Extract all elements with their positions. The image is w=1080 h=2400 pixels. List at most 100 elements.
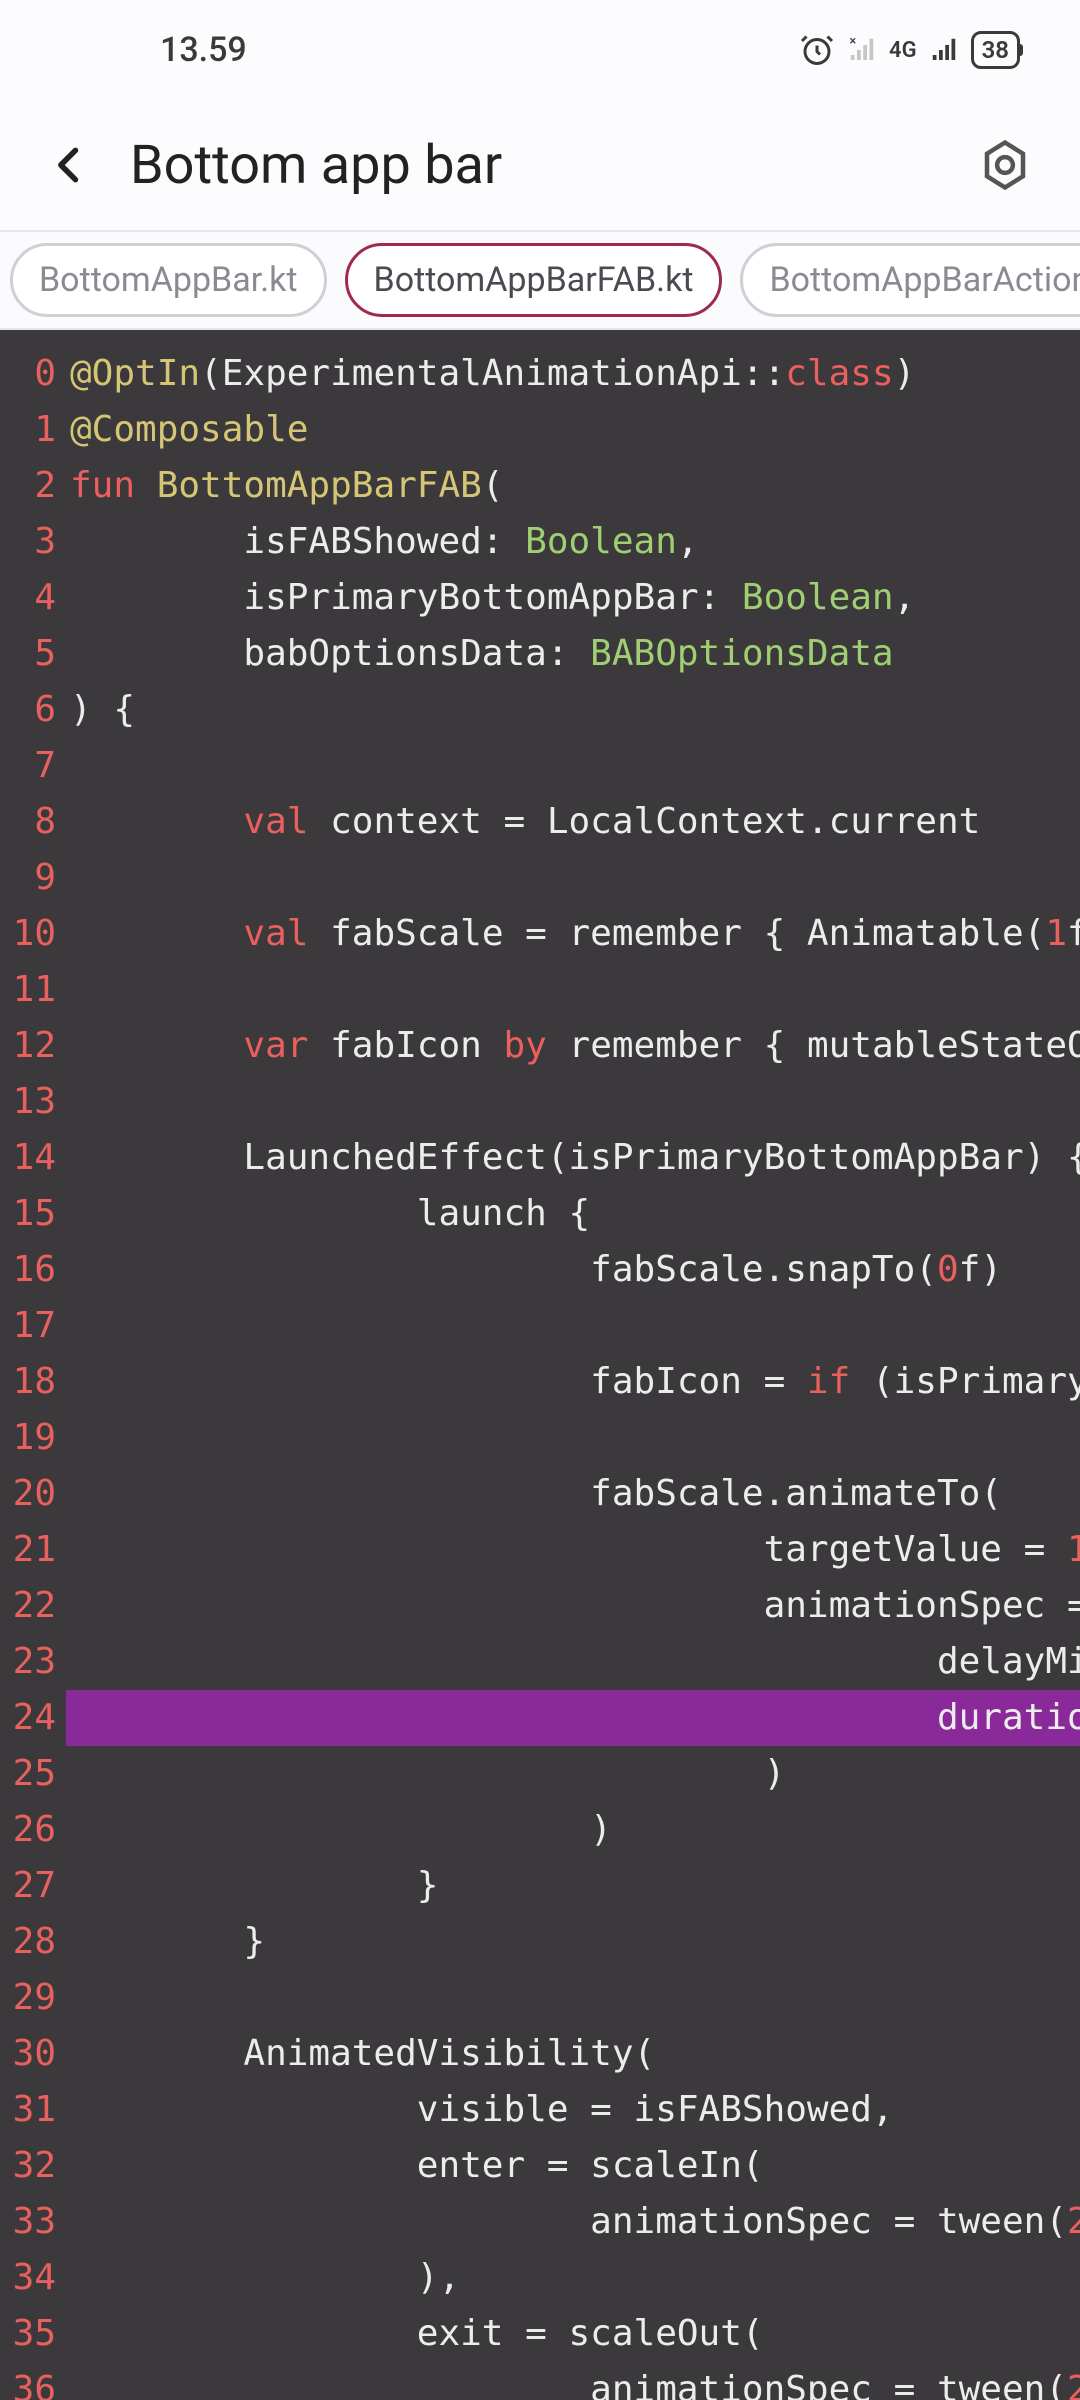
line-number: 10 — [0, 906, 66, 962]
code-line[interactable]: 35 exit = scaleOut( — [0, 2306, 1080, 2362]
code-line[interactable]: 13 — [0, 1074, 1080, 1130]
line-number: 7 — [0, 738, 66, 794]
alarm-icon — [799, 32, 835, 68]
code-line[interactable]: 16 fabScale.snapTo(0f) — [0, 1242, 1080, 1298]
line-number: 24 — [0, 1690, 66, 1746]
code-line[interactable]: 22 animationSpec = tween — [0, 1578, 1080, 1634]
code-line[interactable]: 2fun BottomAppBarFAB( — [0, 458, 1080, 514]
line-number: 19 — [0, 1410, 66, 1466]
code-content: fabIcon = if (isPrimaryBottom — [66, 1354, 1080, 1410]
battery-icon: 38 — [971, 31, 1020, 69]
line-number: 6 — [0, 682, 66, 738]
svg-text:×: × — [850, 35, 857, 49]
signal-1-icon: × — [847, 35, 877, 65]
signal-2-icon — [929, 35, 959, 65]
code-line[interactable]: 30 AnimatedVisibility( — [0, 2026, 1080, 2082]
code-line[interactable]: 10 val fabScale = remember { Animatable(… — [0, 906, 1080, 962]
code-content: enter = scaleIn( — [66, 2138, 764, 2194]
code-line[interactable]: 19 — [0, 1410, 1080, 1466]
line-number: 15 — [0, 1186, 66, 1242]
code-line[interactable]: 34 ), — [0, 2250, 1080, 2306]
code-line[interactable]: 1@Composable — [0, 402, 1080, 458]
code-editor[interactable]: 0@OptIn(ExperimentalAnimationApi::class)… — [0, 330, 1080, 2400]
code-line[interactable]: 18 fabIcon = if (isPrimaryBottom — [0, 1354, 1080, 1410]
line-number: 2 — [0, 458, 66, 514]
line-number: 21 — [0, 1522, 66, 1578]
file-tab[interactable]: BottomAppBarFAB.kt — [345, 243, 723, 317]
code-line[interactable]: 0@OptIn(ExperimentalAnimationApi::class) — [0, 346, 1080, 402]
code-line[interactable]: 27 } — [0, 1858, 1080, 1914]
code-content: isPrimaryBottomAppBar: Boolean, — [66, 570, 915, 626]
code-content — [66, 1298, 70, 1354]
code-line[interactable]: 23 delayMillis = — [0, 1634, 1080, 1690]
code-line[interactable]: 5 babOptionsData: BABOptionsData — [0, 626, 1080, 682]
code-line[interactable]: 29 — [0, 1970, 1080, 2026]
line-number: 16 — [0, 1242, 66, 1298]
code-content: durationMilli — [66, 1690, 1080, 1746]
line-number: 26 — [0, 1802, 66, 1858]
code-line[interactable]: 9 — [0, 850, 1080, 906]
code-content — [66, 1970, 70, 2026]
code-content: isFABShowed: Boolean, — [66, 514, 699, 570]
code-line[interactable]: 28 } — [0, 1914, 1080, 1970]
code-line[interactable]: 20 fabScale.animateTo( — [0, 1466, 1080, 1522]
code-content — [66, 962, 70, 1018]
settings-button[interactable] — [970, 130, 1040, 200]
app-bar: Bottom app bar — [0, 100, 1080, 230]
code-content: exit = scaleOut( — [66, 2306, 764, 2362]
line-number: 4 — [0, 570, 66, 626]
code-content: animationSpec = tween(250) — [66, 2194, 1080, 2250]
code-content: @Composable — [66, 402, 308, 458]
line-number: 33 — [0, 2194, 66, 2250]
code-line[interactable]: 25 ) — [0, 1746, 1080, 1802]
code-content: animationSpec = tween(250) — [66, 2362, 1080, 2400]
code-line[interactable]: 17 — [0, 1298, 1080, 1354]
code-line[interactable]: 31 visible = isFABShowed, — [0, 2082, 1080, 2138]
file-tab[interactable]: BottomAppBar.kt — [10, 243, 327, 317]
code-line[interactable]: 8 val context = LocalContext.current — [0, 794, 1080, 850]
code-line[interactable]: 4 isPrimaryBottomAppBar: Boolean, — [0, 570, 1080, 626]
code-line[interactable]: 15 launch { — [0, 1186, 1080, 1242]
code-content: } — [66, 1858, 438, 1914]
code-content: delayMillis = — [66, 1634, 1080, 1690]
code-content: var fabIcon by remember { mutableStateOf… — [66, 1018, 1080, 1074]
code-line[interactable]: 33 animationSpec = tween(250) — [0, 2194, 1080, 2250]
code-content — [66, 738, 70, 794]
file-tab-bar: BottomAppBar.ktBottomAppBarFAB.ktBottomA… — [0, 230, 1080, 330]
line-number: 5 — [0, 626, 66, 682]
code-line[interactable]: 12 var fabIcon by remember { mutableStat… — [0, 1018, 1080, 1074]
code-content: fabScale.snapTo(0f) — [66, 1242, 1002, 1298]
code-line[interactable]: 3 isFABShowed: Boolean, — [0, 514, 1080, 570]
code-content: ), — [66, 2250, 460, 2306]
code-content: val context = LocalContext.current — [66, 794, 980, 850]
code-content: babOptionsData: BABOptionsData — [66, 626, 894, 682]
line-number: 9 — [0, 850, 66, 906]
code-line[interactable]: 7 — [0, 738, 1080, 794]
code-line[interactable]: 32 enter = scaleIn( — [0, 2138, 1080, 2194]
code-content — [66, 850, 70, 906]
code-line[interactable]: 14 LaunchedEffect(isPrimaryBottomAppBar)… — [0, 1130, 1080, 1186]
line-number: 12 — [0, 1018, 66, 1074]
line-number: 35 — [0, 2306, 66, 2362]
code-content — [66, 1410, 70, 1466]
code-content: LaunchedEffect(isPrimaryBottomAppBar) { — [66, 1130, 1080, 1186]
code-line[interactable]: 24 durationMilli — [0, 1690, 1080, 1746]
line-number: 18 — [0, 1354, 66, 1410]
code-line[interactable]: 11 — [0, 962, 1080, 1018]
code-line[interactable]: 36 animationSpec = tween(250) — [0, 2362, 1080, 2400]
code-line[interactable]: 26 ) — [0, 1802, 1080, 1858]
line-number: 11 — [0, 962, 66, 1018]
code-line[interactable]: 6) { — [0, 682, 1080, 738]
line-number: 22 — [0, 1578, 66, 1634]
code-content: @OptIn(ExperimentalAnimationApi::class) — [66, 346, 915, 402]
line-number: 27 — [0, 1858, 66, 1914]
line-number: 34 — [0, 2250, 66, 2306]
code-content: ) { — [66, 682, 135, 738]
line-number: 1 — [0, 402, 66, 458]
code-content: AnimatedVisibility( — [66, 2026, 655, 2082]
line-number: 30 — [0, 2026, 66, 2082]
back-button[interactable] — [40, 135, 100, 195]
code-content: launch { — [66, 1186, 590, 1242]
file-tab[interactable]: BottomAppBarActions.kt — [740, 243, 1080, 317]
code-line[interactable]: 21 targetValue = 1f, — [0, 1522, 1080, 1578]
